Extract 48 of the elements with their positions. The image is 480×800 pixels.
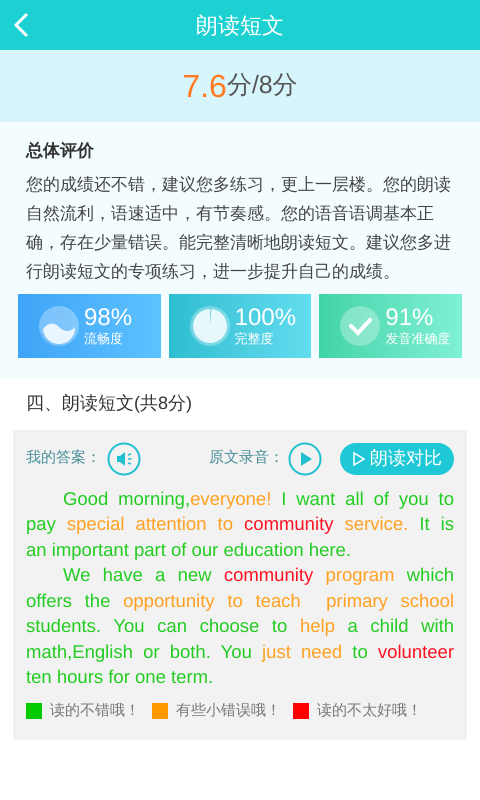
passage-text: everyone! <box>190 488 272 508</box>
passage-text: pay <box>26 513 57 534</box>
passage-text: students. You can choose to <box>26 615 288 636</box>
passage-text: just need <box>262 640 342 662</box>
my-answer-label: 我的答案： <box>26 448 101 468</box>
passage-text: help <box>300 615 335 636</box>
score-unit: 分/8分 <box>226 70 298 102</box>
metric-value: 98% <box>84 304 132 330</box>
metric-label: 完整度 <box>234 330 275 346</box>
metric-label: 发音准确度 <box>385 330 450 346</box>
passage-text: community <box>243 513 334 534</box>
play-outline-icon <box>352 450 366 466</box>
passage-text: volunteer <box>378 640 454 662</box>
play-icon[interactable] <box>288 442 322 476</box>
speaker-icon[interactable] <box>107 442 141 476</box>
evaluation-text: 您的成绩还不错，建议您多练习，更上一层楼。您的朗读自然流利，语速适中，有节奏感。您的语音语调基本正确，存在少量错误。能完整清晰地朗读短文。建议您多进行朗读短文的专项练习，进一步提升自己的成绩。 <box>25 174 452 282</box>
passage-text: service. <box>344 513 408 534</box>
check-icon <box>339 304 382 346</box>
legend-label: 有些小错误哦！ <box>176 700 281 720</box>
metric-label: 流畅度 <box>84 330 124 346</box>
metric-value: 100% <box>234 304 296 330</box>
passage-text: program <box>324 564 394 585</box>
wave-icon <box>38 304 80 346</box>
passage-text: It is <box>418 513 454 534</box>
passage-text: an important part of our education here. <box>26 538 351 560</box>
passage-text: opportunity to teach primary school <box>123 590 454 610</box>
passage-text: offers the <box>26 590 112 610</box>
passage-text: ten hours for one term. <box>26 666 214 687</box>
section-title: 四、朗读短文(共8分) <box>25 392 193 415</box>
passage-text: Good morning, <box>63 488 190 508</box>
legend-label: 读的不太好哦！ <box>317 700 422 720</box>
metric-value: 91% <box>385 304 434 330</box>
window-title: 朗读短文 <box>196 12 284 40</box>
score-value: 7.6 <box>182 67 227 106</box>
original-audio-label: 原文录音： <box>209 448 284 468</box>
passage-text: math,English or both. You <box>26 640 253 662</box>
passage-text: special attention to <box>66 513 233 534</box>
passage-text: I want all of you to <box>280 488 454 508</box>
evaluation-title: 总体评价 <box>24 140 95 162</box>
passage-text: community <box>224 564 314 585</box>
legend-label: 读的不错哦！ <box>50 700 140 720</box>
passage-text: We have a new <box>63 564 213 585</box>
passage-text: which <box>406 564 454 585</box>
back-icon[interactable] <box>12 12 30 38</box>
compare-button[interactable]: 朗读对比 <box>340 442 454 474</box>
passage-text: a child with <box>346 615 454 636</box>
pie-icon <box>188 304 231 346</box>
passage-text: to <box>351 640 369 662</box>
